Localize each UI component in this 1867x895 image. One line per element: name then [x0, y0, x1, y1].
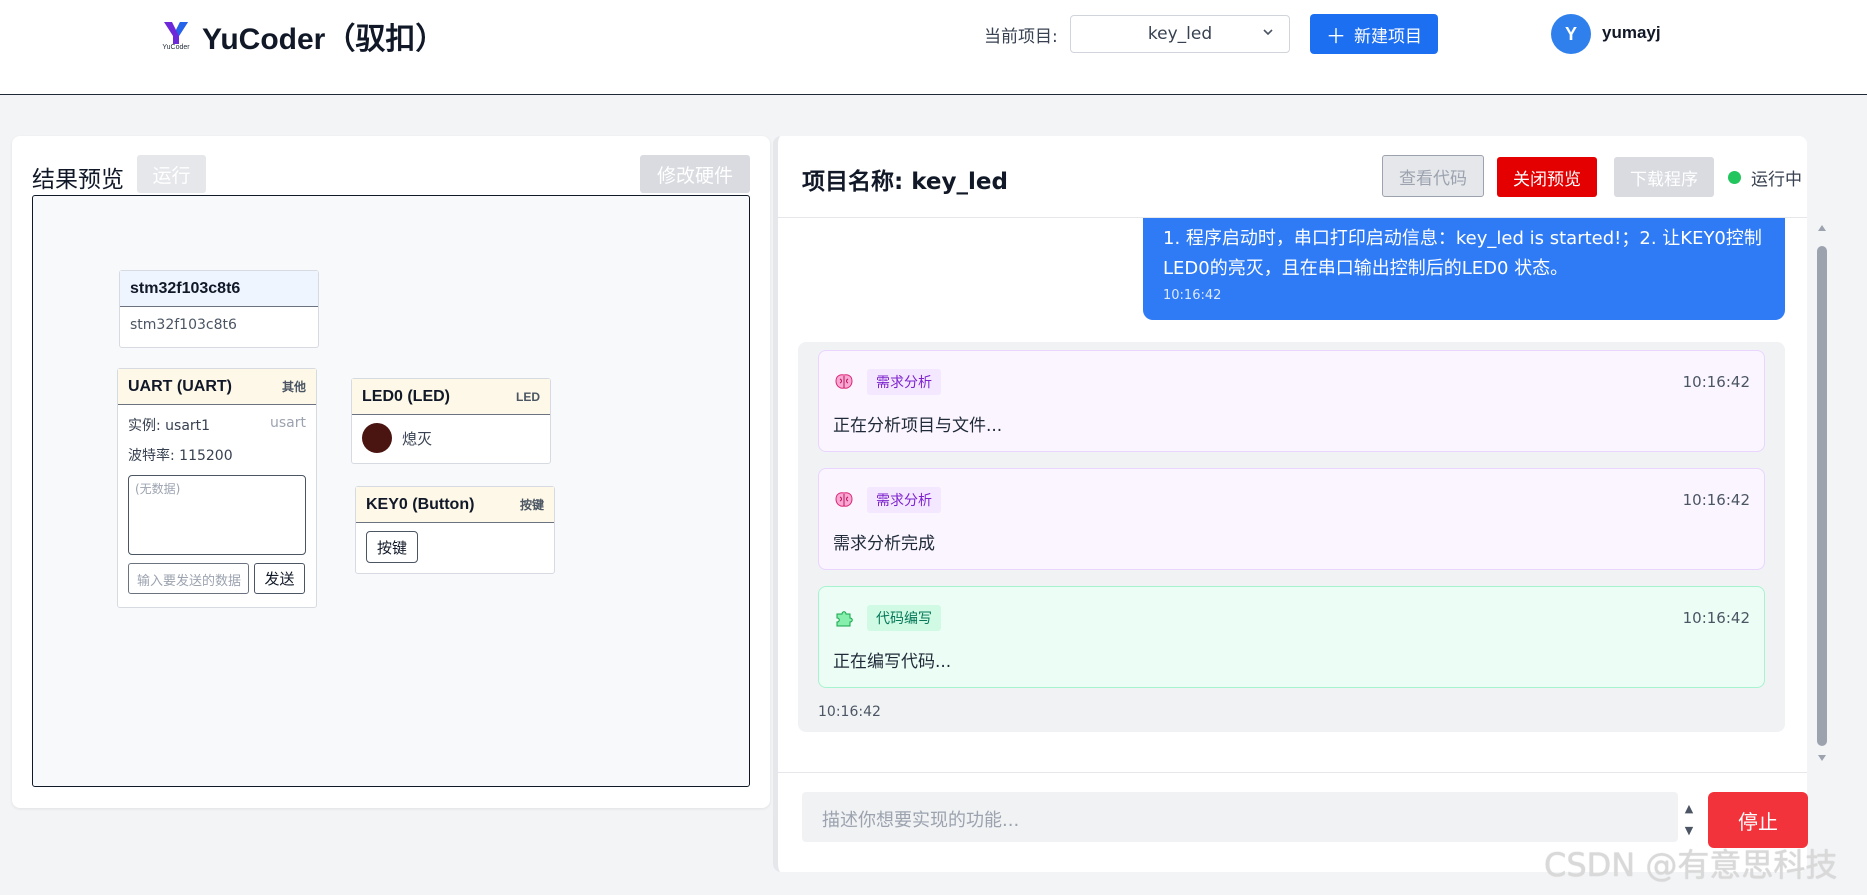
key-card-body: 按键 [356, 523, 554, 571]
step-header: 代码编写 10:16:42 [833, 605, 1750, 631]
uart-card[interactable]: UART (UART) 其他 实例: usart1 usart 波特率: 115… [117, 368, 317, 608]
uart-baud: 波特率: 115200 [128, 448, 233, 464]
led-indicator-icon [362, 423, 392, 453]
edit-hardware-button[interactable]: 修改硬件 [640, 155, 750, 193]
step-card: 代码编写 10:16:42 正在编写代码... [818, 586, 1765, 688]
username[interactable]: yumayj [1602, 23, 1661, 43]
run-status: 运行中 [1728, 165, 1802, 190]
user-message-time: 10:16:42 [1163, 288, 1222, 303]
user-message-text: 1. 程序启动时，串口打印启动信息：key_led is started!；2.… [1163, 228, 1762, 279]
brain-icon [833, 371, 855, 393]
top-header: YuCoder YuCoder（驭扣） 当前项目: key_led ＋ 新建项目… [0, 0, 1867, 95]
led-card-body: 熄灭 [352, 415, 550, 461]
key-card-header: KEY0 (Button) 按键 [356, 487, 554, 523]
logo-subtext: YuCoder [162, 44, 190, 51]
uart-card-header: UART (UART) 其他 [118, 369, 316, 405]
logo-icon: YuCoder [160, 20, 192, 52]
uart-send-row: 输入要发送的数据 发送 [128, 563, 306, 594]
uart-card-tag: 其他 [281, 380, 306, 394]
chat-scrollbar[interactable] [1815, 218, 1829, 770]
run-status-label: 运行中 [1751, 170, 1802, 190]
uart-instance: 实例: usart1 [128, 418, 211, 434]
brand[interactable]: YuCoder YuCoder（驭扣） [160, 14, 445, 58]
status-dot-icon [1728, 171, 1741, 184]
key-card-title: KEY0 (Button) [366, 495, 475, 513]
project-label: 当前项目: [984, 27, 1058, 47]
avatar[interactable]: Y [1551, 14, 1591, 54]
step-card: 需求分析 10:16:42 需求分析完成 [818, 468, 1765, 570]
arrow-down-icon[interactable]: ▼ [1682, 820, 1696, 842]
uart-card-title: UART (UART) [128, 377, 232, 395]
step-card: 需求分析 10:16:42 正在分析项目与文件... [818, 350, 1765, 452]
step-time: 10:16:42 [1682, 609, 1750, 627]
step-tag: 代码编写 [867, 605, 941, 631]
step-tag: 需求分析 [867, 369, 941, 395]
key-card[interactable]: KEY0 (Button) 按键 按键 [355, 486, 555, 574]
prompt-input[interactable]: 描述你想要实现的功能... [802, 792, 1678, 842]
led-card-title: LED0 (LED) [362, 387, 450, 405]
ai-response-time: 10:16:42 [818, 704, 881, 720]
chevron-down-icon [1261, 25, 1275, 43]
app-title: YuCoder（驭扣） [202, 23, 446, 56]
led-card[interactable]: LED0 (LED) LED 熄灭 [351, 378, 551, 464]
uart-instance-type: usart [270, 415, 306, 431]
watermark: CSDN @有意思科技 [1544, 846, 1838, 884]
input-spinner[interactable]: ▲ ▼ [1682, 798, 1696, 842]
project-select[interactable]: key_led [1070, 15, 1290, 53]
brain-icon [833, 489, 855, 511]
mcu-card-title: stm32f103c8t6 [120, 271, 318, 307]
step-text: 需求分析完成 [833, 534, 935, 554]
divider [778, 772, 1807, 773]
step-header: 需求分析 10:16:42 [833, 487, 1750, 513]
key-press-button[interactable]: 按键 [366, 531, 418, 563]
result-preview-panel: 结果预览 运行 修改硬件 stm32f103c8t6 stm32f103c8t6… [12, 136, 770, 808]
led-card-tag: LED [516, 389, 540, 404]
led-card-header: LED0 (LED) LED [352, 379, 550, 415]
key-card-tag: 按键 [519, 498, 544, 512]
uart-output-area[interactable]: (无数据) [128, 475, 306, 555]
led-state: 熄灭 [402, 429, 433, 448]
arrow-up-icon[interactable]: ▲ [1682, 798, 1696, 820]
preview-title: 结果预览 [32, 167, 124, 193]
uart-baud-row: 波特率: 115200 [118, 445, 316, 465]
new-project-button[interactable]: ＋ 新建项目 [1310, 14, 1438, 54]
uart-instance-row: 实例: usart1 usart [118, 415, 316, 435]
project-name-title: 项目名称: key_led [802, 169, 1008, 195]
step-time: 10:16:42 [1682, 373, 1750, 391]
new-project-label: 新建项目 [1354, 26, 1422, 47]
project-select-value: key_led [1147, 24, 1213, 44]
chat-history[interactable]: 1. 程序启动时，串口打印启动信息：key_led is started!；2.… [778, 218, 1807, 770]
uart-send-input[interactable]: 输入要发送的数据 [128, 563, 249, 594]
hardware-canvas[interactable]: stm32f103c8t6 stm32f103c8t6 UART (UART) … [32, 195, 750, 787]
plus-icon: ＋ [1326, 23, 1346, 48]
step-text: 正在编写代码... [833, 652, 952, 672]
ai-response: 需求分析 10:16:42 正在分析项目与文件... 需求分析 10:16:42… [798, 342, 1785, 732]
project-chat-panel: 项目名称: key_led 查看代码 关闭预览 下载程序 运行中 1. 程序启动… [773, 136, 1827, 872]
step-text: 正在分析项目与文件... [833, 416, 1003, 436]
close-preview-button[interactable]: 关闭预览 [1497, 157, 1597, 197]
uart-send-button[interactable]: 发送 [254, 563, 305, 594]
step-tag: 需求分析 [867, 487, 941, 513]
mcu-card-body: stm32f103c8t6 [130, 317, 237, 333]
step-time: 10:16:42 [1682, 491, 1750, 509]
user-message: 1. 程序启动时，串口打印启动信息：key_led is started!；2.… [1143, 218, 1785, 320]
download-program-button[interactable]: 下载程序 [1614, 157, 1714, 197]
puzzle-icon [833, 607, 855, 629]
run-button[interactable]: 运行 [137, 155, 206, 193]
mcu-card[interactable]: stm32f103c8t6 stm32f103c8t6 [119, 270, 319, 348]
view-code-button[interactable]: 查看代码 [1382, 155, 1484, 197]
step-header: 需求分析 10:16:42 [833, 369, 1750, 395]
